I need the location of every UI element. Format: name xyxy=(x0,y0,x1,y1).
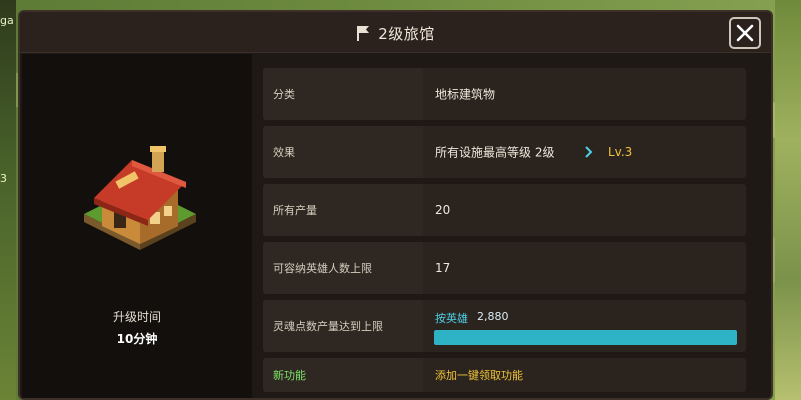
row-label-cell: 效果 xyxy=(263,126,423,178)
row-value: 20 xyxy=(435,203,451,217)
panel-title-text: 2级旅馆 xyxy=(378,25,435,43)
info-row-effect: 效果 所有设施最高等级 2级 Lv.3 xyxy=(263,126,746,178)
row-label-cell: 所有产量 xyxy=(263,184,423,236)
row-label: 所有产量 xyxy=(273,204,317,217)
row-label-cell: 分类 xyxy=(263,68,423,120)
hero-value: 2,880 xyxy=(477,310,509,323)
info-row-hero-capacity: 可容纳英雄人数上限 17 xyxy=(263,242,746,294)
row-label: 灵魂点数产量达到上限 xyxy=(273,320,383,333)
info-row-new-feature: 新功能 添加一键领取功能 xyxy=(263,358,746,392)
building-preview: 升级时间 10分钟 xyxy=(22,54,252,398)
panel-title: 2级旅馆 xyxy=(20,23,771,44)
row-label: 可容纳英雄人数上限 xyxy=(273,262,372,275)
upgrade-time-value: 10分钟 xyxy=(116,332,158,346)
soul-progress-track xyxy=(434,330,737,345)
row-value: 地标建筑物 xyxy=(435,87,496,102)
close-button[interactable] xyxy=(729,17,761,49)
map-left-edge: ga 3 xyxy=(0,0,16,400)
upgrade-time-label: 升级时间 xyxy=(112,310,161,324)
row-label: 效果 xyxy=(273,146,295,159)
row-label-cell: 新功能 xyxy=(263,358,423,392)
next-level-value: Lv.3 xyxy=(608,145,633,159)
row-value: 17 xyxy=(435,261,451,275)
chevron-right-icon xyxy=(585,146,593,158)
soul-progress-fill xyxy=(434,330,737,345)
map-edge-text: ga xyxy=(0,14,14,27)
info-row-soul-cap: 灵魂点数产量达到上限 按英雄 2,880 xyxy=(263,300,746,352)
hero-label: 按英雄 xyxy=(435,312,468,325)
close-icon xyxy=(736,24,754,42)
row-label: 分类 xyxy=(273,88,295,101)
map-edge-text: 3 xyxy=(0,172,7,185)
row-value: 所有设施最高等级 2级 xyxy=(435,145,555,160)
row-label-cell: 可容纳英雄人数上限 xyxy=(263,242,423,294)
title-bar: 2级旅馆 xyxy=(20,12,771,53)
info-row-category: 分类 地标建筑物 xyxy=(263,68,746,120)
row-label: 新功能 xyxy=(273,369,306,382)
map-right-edge xyxy=(775,0,801,400)
inn-building-icon xyxy=(84,146,196,250)
flag-icon xyxy=(357,26,370,41)
row-value: 添加一键领取功能 xyxy=(435,369,523,382)
info-row-output: 所有产量 20 xyxy=(263,184,746,236)
building-info-panel: 2级旅馆 升级时间 10分钟 分类 地标建筑物 效果 所有设施最高等级 2级 L… xyxy=(18,10,773,400)
row-label-cell: 灵魂点数产量达到上限 xyxy=(263,300,423,352)
